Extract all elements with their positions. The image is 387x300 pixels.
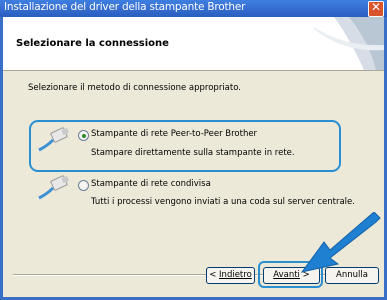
network-cable-icon: [38, 127, 69, 152]
window-title: Installazione del driver della stampante…: [4, 1, 246, 13]
close-button[interactable]: ✕: [368, 0, 384, 17]
title-bar[interactable]: Installazione del driver della stampante…: [0, 0, 387, 17]
installer-window: Installazione del driver della stampante…: [0, 0, 387, 300]
back-button[interactable]: < Indietro: [206, 267, 255, 284]
option-shared-label[interactable]: Stampante di rete condivisa: [91, 179, 211, 189]
option-highlight: [29, 120, 341, 172]
option-peer-to-peer-label[interactable]: Stampante di rete Peer-to-Peer Brother: [91, 129, 257, 139]
back-prefix: <: [209, 270, 220, 280]
intro-text: Selezionare il metodo di connessione app…: [28, 83, 241, 93]
option-peer-to-peer-description: Stampare direttamente sulla stampante in…: [91, 148, 295, 158]
close-icon: ✕: [370, 0, 382, 14]
next-label: Avanti: [273, 270, 300, 280]
back-label: Indietro: [219, 270, 252, 280]
header-decoration: [314, 17, 384, 70]
network-cable-icon: [38, 175, 69, 200]
option-shared-description: Tutti i processi vengono inviati a una c…: [91, 197, 355, 207]
dialog-header: Selezionare la connessione: [3, 17, 384, 71]
page-title: Selezionare la connessione: [16, 38, 169, 49]
option-shared-radio[interactable]: [78, 180, 89, 191]
pointer-arrow-icon: [300, 212, 381, 273]
option-peer-to-peer-radio[interactable]: [78, 130, 89, 141]
